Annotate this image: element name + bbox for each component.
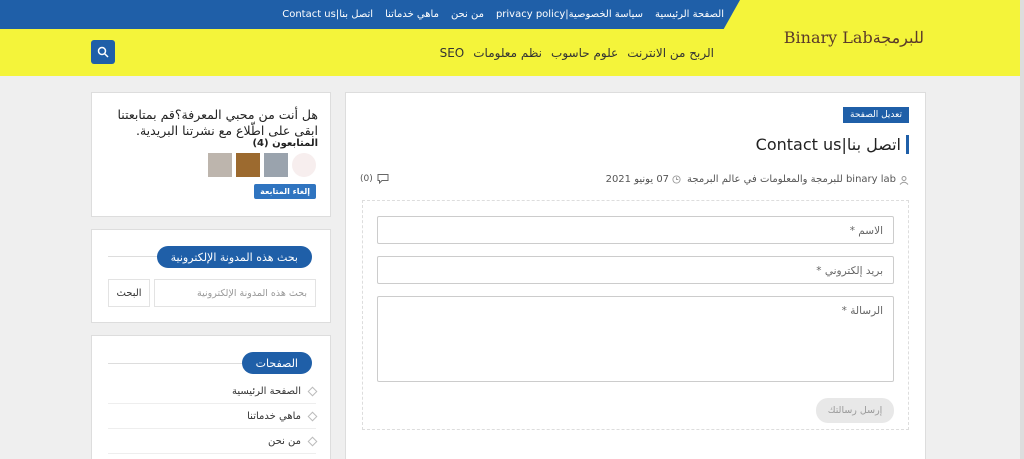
post-panel: تعديل الصفحة اتصل بنا|Contact us binary … [345, 92, 926, 459]
avatar[interactable] [292, 153, 316, 177]
pages-widget: الصفحات الصفحة الرئيسية ماهي خدماتنا من … [91, 335, 331, 459]
main-nav-is[interactable]: نظم معلومات [473, 46, 542, 60]
top-nav-home[interactable]: الصفحة الرئيسية [655, 9, 724, 20]
avatar[interactable] [208, 153, 232, 177]
top-nav-about[interactable]: من نحن [451, 9, 484, 20]
blog-search-input[interactable]: بحث هذه المدونة الإلكترونية [154, 279, 316, 307]
clock-icon [672, 175, 681, 184]
name-field[interactable]: الاسم * [377, 216, 894, 244]
follow-widget: هل أنت من محبي المعرفة؟قم بمتابعتنا ابقى… [91, 92, 331, 217]
message-field[interactable]: الرسالة * [377, 296, 894, 382]
avatar[interactable] [236, 153, 260, 177]
blog-search-button[interactable]: البحث [108, 279, 150, 307]
user-icon [899, 175, 909, 185]
search-icon [97, 46, 109, 58]
pages-item-services[interactable]: ماهي خدماتنا [108, 405, 318, 429]
top-nav: الصفحة الرئيسية سياسة الخصوصية|privacy p… [270, 0, 724, 29]
diamond-icon [307, 386, 318, 397]
main-nav-cs[interactable]: علوم حاسوب [551, 46, 618, 60]
email-field[interactable]: بريد إلكتروني * [377, 256, 894, 284]
page-scrollbar[interactable] [1020, 0, 1024, 459]
header-search-button[interactable] [91, 40, 115, 64]
post-author[interactable]: binary lab للبرمجة والمعلومات في عالم ال… [687, 174, 896, 185]
pages-item-about[interactable]: من نحن [108, 430, 318, 454]
top-nav-services[interactable]: ماهي خدماتنا [385, 9, 439, 20]
pages-widget-title: الصفحات [241, 352, 312, 374]
pages-item-label: ماهي خدماتنا [247, 411, 301, 422]
top-nav-contact[interactable]: اتصل بنا|Contact us [282, 9, 373, 20]
top-nav-privacy[interactable]: سياسة الخصوصية|privacy policy [496, 9, 643, 20]
post-date: 07 يونيو 2021 [605, 174, 670, 185]
contact-form: الاسم * بريد إلكتروني * الرسالة * [362, 200, 909, 430]
follow-text: هل أنت من محبي المعرفة؟قم بمتابعتنا ابقى… [117, 107, 318, 138]
main-nav-seo[interactable]: SEO [440, 46, 465, 60]
search-widget: بحث هذه المدونة الإلكترونية بحث هذه المد… [91, 229, 331, 323]
pages-item-home[interactable]: الصفحة الرئيسية [108, 380, 318, 404]
comments-count[interactable]: (0) [360, 173, 389, 184]
send-message-button[interactable]: إرسل رسالتك [816, 398, 894, 423]
site-header: الصفحة الرئيسية سياسة الخصوصية|privacy p… [0, 0, 1024, 76]
followers-label: المتابعون (4) [252, 138, 318, 149]
search-widget-title: بحث هذه المدونة الإلكترونية [156, 246, 312, 268]
divider [108, 363, 250, 364]
comment-icon [377, 174, 389, 184]
post-title: اتصل بنا|Contact us [756, 135, 909, 154]
unfollow-button[interactable]: إلغاء المتابعة [254, 184, 316, 199]
main-nav-earn[interactable]: الربح من الانترنت [627, 46, 714, 60]
comment-count-value: (0) [360, 173, 373, 184]
post-meta: binary lab للبرمجة والمعلومات في عالم ال… [606, 174, 909, 185]
pages-item-label: من نحن [268, 436, 301, 447]
follower-avatars [208, 153, 316, 177]
avatar[interactable] [264, 153, 288, 177]
edit-page-button[interactable]: تعديل الصفحة [843, 107, 909, 123]
site-logo[interactable]: Binary Labللبرمجة [784, 28, 924, 47]
main-nav: الربح من الانترنت علوم حاسوب نظم معلومات… [431, 46, 714, 60]
diamond-icon [307, 436, 318, 447]
pages-item-label: الصفحة الرئيسية [232, 386, 301, 397]
diamond-icon [307, 411, 318, 422]
